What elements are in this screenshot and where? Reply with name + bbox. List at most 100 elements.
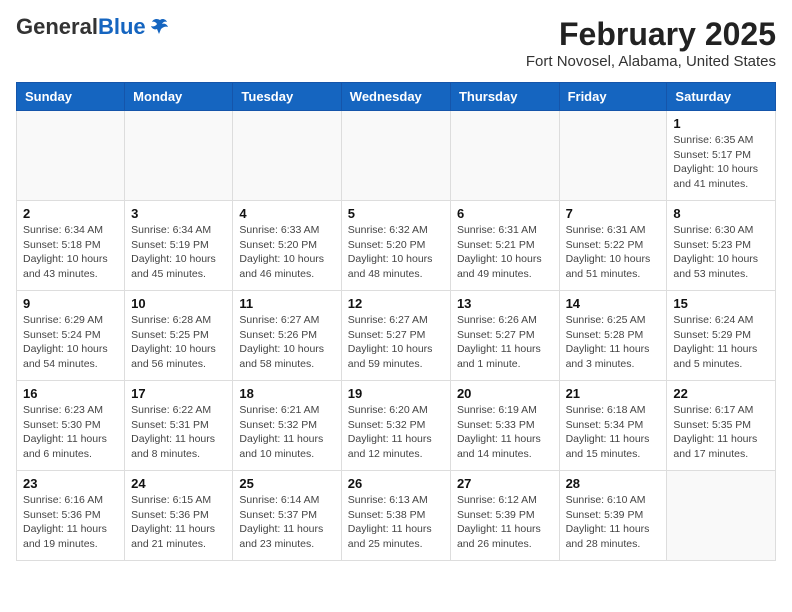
day-number: 10	[131, 296, 226, 311]
day-number: 25	[239, 476, 334, 491]
day-number: 7	[566, 206, 661, 221]
day-number: 23	[23, 476, 118, 491]
header: GeneralBlue February 2025 Fort Novosel, …	[16, 16, 776, 70]
day-info: Sunrise: 6:35 AM Sunset: 5:17 PM Dayligh…	[673, 133, 769, 192]
day-info: Sunrise: 6:31 AM Sunset: 5:21 PM Dayligh…	[457, 223, 553, 282]
calendar-cell: 1 Sunrise: 6:35 AM Sunset: 5:17 PM Daylig…	[667, 111, 776, 201]
calendar-cell: 24Sunrise: 6:15 AM Sunset: 5:36 PM Dayli…	[125, 471, 233, 561]
day-number: 22	[673, 386, 769, 401]
day-info: Sunrise: 6:22 AM Sunset: 5:31 PM Dayligh…	[131, 403, 226, 462]
day-info: Sunrise: 6:26 AM Sunset: 5:27 PM Dayligh…	[457, 313, 553, 372]
calendar-cell: 5 Sunrise: 6:32 AM Sunset: 5:20 PM Daylig…	[341, 201, 450, 291]
calendar: SundayMondayTuesdayWednesdayThursdayFrid…	[16, 82, 776, 561]
day-number: 26	[348, 476, 444, 491]
day-number: 28	[566, 476, 661, 491]
day-header-tuesday: Tuesday	[233, 83, 341, 111]
day-info: Sunrise: 6:30 AM Sunset: 5:23 PM Dayligh…	[673, 223, 769, 282]
day-info: Sunrise: 6:13 AM Sunset: 5:38 PM Dayligh…	[348, 493, 444, 552]
day-number: 15	[673, 296, 769, 311]
logo-blue-text: Blue	[98, 14, 146, 39]
day-info: Sunrise: 6:20 AM Sunset: 5:32 PM Dayligh…	[348, 403, 444, 462]
calendar-cell: 17Sunrise: 6:22 AM Sunset: 5:31 PM Dayli…	[125, 381, 233, 471]
calendar-cell: 2 Sunrise: 6:34 AM Sunset: 5:18 PM Daylig…	[17, 201, 125, 291]
day-info: Sunrise: 6:25 AM Sunset: 5:28 PM Dayligh…	[566, 313, 661, 372]
day-info: Sunrise: 6:16 AM Sunset: 5:36 PM Dayligh…	[23, 493, 118, 552]
day-info: Sunrise: 6:10 AM Sunset: 5:39 PM Dayligh…	[566, 493, 661, 552]
calendar-cell: 22 Sunrise: 6:17 AM Sunset: 5:35 PM Dayli…	[667, 381, 776, 471]
calendar-cell: 9 Sunrise: 6:29 AM Sunset: 5:24 PM Daylig…	[17, 291, 125, 381]
day-header-thursday: Thursday	[450, 83, 559, 111]
calendar-cell: 23 Sunrise: 6:16 AM Sunset: 5:36 PM Dayli…	[17, 471, 125, 561]
bird-icon	[148, 16, 170, 38]
day-number: 27	[457, 476, 553, 491]
day-number: 1	[673, 116, 769, 131]
calendar-cell: 13 Sunrise: 6:26 AM Sunset: 5:27 PM Dayli…	[450, 291, 559, 381]
calendar-cell: 21Sunrise: 6:18 AM Sunset: 5:34 PM Dayli…	[559, 381, 667, 471]
day-info: Sunrise: 6:34 AM Sunset: 5:18 PM Dayligh…	[23, 223, 118, 282]
calendar-cell: 4Sunrise: 6:33 AM Sunset: 5:20 PM Daylig…	[233, 201, 341, 291]
calendar-cell	[17, 111, 125, 201]
day-info: Sunrise: 6:27 AM Sunset: 5:26 PM Dayligh…	[239, 313, 334, 372]
day-number: 18	[239, 386, 334, 401]
calendar-cell: 15 Sunrise: 6:24 AM Sunset: 5:29 PM Dayli…	[667, 291, 776, 381]
day-number: 20	[457, 386, 553, 401]
calendar-cell: 27 Sunrise: 6:12 AM Sunset: 5:39 PM Dayli…	[450, 471, 559, 561]
calendar-cell: 25 Sunrise: 6:14 AM Sunset: 5:37 PM Dayli…	[233, 471, 341, 561]
day-info: Sunrise: 6:24 AM Sunset: 5:29 PM Dayligh…	[673, 313, 769, 372]
calendar-cell: 26 Sunrise: 6:13 AM Sunset: 5:38 PM Dayli…	[341, 471, 450, 561]
day-number: 9	[23, 296, 118, 311]
day-number: 11	[239, 296, 334, 311]
location-title: Fort Novosel, Alabama, United States	[526, 53, 776, 70]
week-row-0: 1 Sunrise: 6:35 AM Sunset: 5:17 PM Daylig…	[17, 111, 776, 201]
day-info: Sunrise: 6:28 AM Sunset: 5:25 PM Dayligh…	[131, 313, 226, 372]
calendar-cell: 20 Sunrise: 6:19 AM Sunset: 5:33 PM Dayli…	[450, 381, 559, 471]
day-info: Sunrise: 6:17 AM Sunset: 5:35 PM Dayligh…	[673, 403, 769, 462]
day-number: 5	[348, 206, 444, 221]
day-headers-row: SundayMondayTuesdayWednesdayThursdayFrid…	[17, 83, 776, 111]
calendar-cell: 19 Sunrise: 6:20 AM Sunset: 5:32 PM Dayli…	[341, 381, 450, 471]
week-row-3: 16Sunrise: 6:23 AM Sunset: 5:30 PM Dayli…	[17, 381, 776, 471]
week-row-4: 23 Sunrise: 6:16 AM Sunset: 5:36 PM Dayli…	[17, 471, 776, 561]
day-info: Sunrise: 6:27 AM Sunset: 5:27 PM Dayligh…	[348, 313, 444, 372]
day-info: Sunrise: 6:34 AM Sunset: 5:19 PM Dayligh…	[131, 223, 226, 282]
day-info: Sunrise: 6:23 AM Sunset: 5:30 PM Dayligh…	[23, 403, 118, 462]
day-number: 24	[131, 476, 226, 491]
calendar-cell: 16Sunrise: 6:23 AM Sunset: 5:30 PM Dayli…	[17, 381, 125, 471]
calendar-cell: 10 Sunrise: 6:28 AM Sunset: 5:25 PM Dayli…	[125, 291, 233, 381]
calendar-cell: 6 Sunrise: 6:31 AM Sunset: 5:21 PM Daylig…	[450, 201, 559, 291]
day-header-wednesday: Wednesday	[341, 83, 450, 111]
day-header-friday: Friday	[559, 83, 667, 111]
day-number: 14	[566, 296, 661, 311]
day-info: Sunrise: 6:19 AM Sunset: 5:33 PM Dayligh…	[457, 403, 553, 462]
day-number: 2	[23, 206, 118, 221]
day-info: Sunrise: 6:32 AM Sunset: 5:20 PM Dayligh…	[348, 223, 444, 282]
week-row-1: 2 Sunrise: 6:34 AM Sunset: 5:18 PM Daylig…	[17, 201, 776, 291]
calendar-cell	[667, 471, 776, 561]
day-info: Sunrise: 6:29 AM Sunset: 5:24 PM Dayligh…	[23, 313, 118, 372]
day-info: Sunrise: 6:21 AM Sunset: 5:32 PM Dayligh…	[239, 403, 334, 462]
calendar-cell: 11 Sunrise: 6:27 AM Sunset: 5:26 PM Dayli…	[233, 291, 341, 381]
day-info: Sunrise: 6:14 AM Sunset: 5:37 PM Dayligh…	[239, 493, 334, 552]
logo: GeneralBlue	[16, 16, 170, 38]
day-header-monday: Monday	[125, 83, 233, 111]
calendar-cell	[125, 111, 233, 201]
calendar-cell	[341, 111, 450, 201]
day-number: 8	[673, 206, 769, 221]
calendar-cell	[233, 111, 341, 201]
calendar-cell	[559, 111, 667, 201]
calendar-cell: 12Sunrise: 6:27 AM Sunset: 5:27 PM Dayli…	[341, 291, 450, 381]
day-info: Sunrise: 6:12 AM Sunset: 5:39 PM Dayligh…	[457, 493, 553, 552]
day-header-saturday: Saturday	[667, 83, 776, 111]
day-number: 21	[566, 386, 661, 401]
month-title: February 2025	[526, 16, 776, 53]
calendar-cell: 3Sunrise: 6:34 AM Sunset: 5:19 PM Daylig…	[125, 201, 233, 291]
week-row-2: 9 Sunrise: 6:29 AM Sunset: 5:24 PM Daylig…	[17, 291, 776, 381]
day-info: Sunrise: 6:31 AM Sunset: 5:22 PM Dayligh…	[566, 223, 661, 282]
day-number: 13	[457, 296, 553, 311]
calendar-cell: 8 Sunrise: 6:30 AM Sunset: 5:23 PM Daylig…	[667, 201, 776, 291]
day-number: 4	[239, 206, 334, 221]
calendar-cell: 18 Sunrise: 6:21 AM Sunset: 5:32 PM Dayli…	[233, 381, 341, 471]
day-number: 19	[348, 386, 444, 401]
day-number: 6	[457, 206, 553, 221]
calendar-cell: 7 Sunrise: 6:31 AM Sunset: 5:22 PM Daylig…	[559, 201, 667, 291]
